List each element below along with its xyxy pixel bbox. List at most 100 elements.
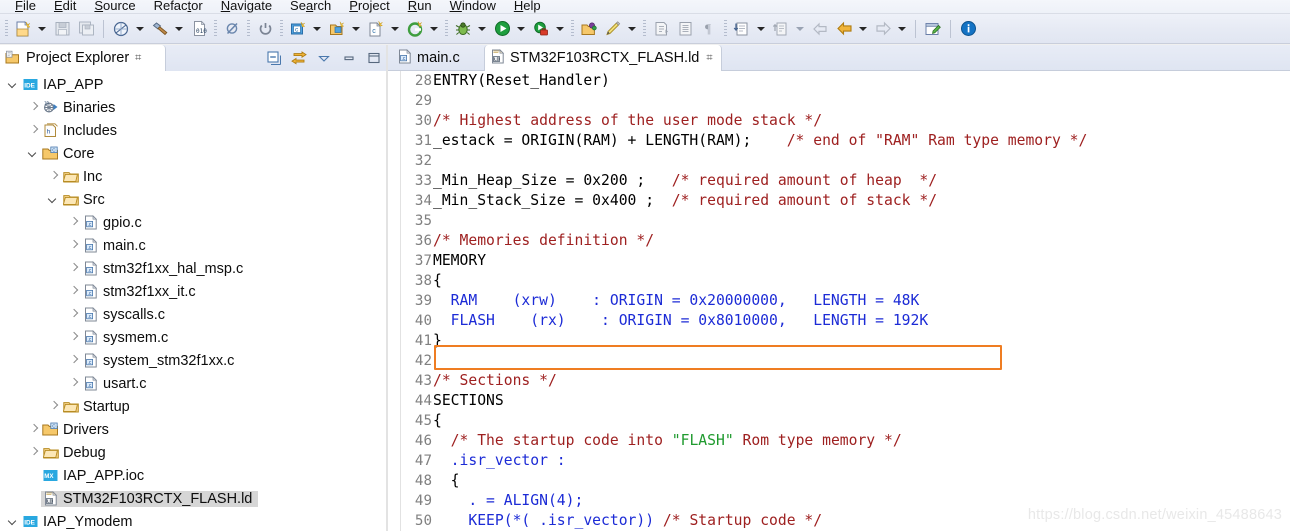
skip-breakpoints-icon[interactable] [221, 18, 243, 40]
external-tools-arrow[interactable] [553, 18, 566, 40]
menu-item-search[interactable]: Search [281, 0, 340, 12]
chevron-right-icon[interactable] [26, 418, 41, 441]
menu-item-help[interactable]: Help [505, 0, 550, 12]
chevron-down-icon[interactable] [6, 73, 21, 96]
code-editor[interactable]: 28 ENTRY(Reset_Handler) 29 30/* Highest add… [388, 71, 1290, 531]
tree-item-iap-app-ioc[interactable]: MX IAP_APP.ioc [0, 464, 388, 487]
open-resource-icon[interactable] [578, 18, 600, 40]
next-member-icon[interactable] [770, 18, 792, 40]
new-editor-icon[interactable] [922, 18, 944, 40]
forward-arrow[interactable] [895, 18, 908, 40]
new-c-file-arrow[interactable] [388, 18, 401, 40]
chevron-right-icon[interactable] [66, 372, 81, 395]
menu-item-edit[interactable]: Edit [45, 0, 85, 12]
chevron-right-icon[interactable] [26, 96, 41, 119]
toolbar-grip-6[interactable] [571, 19, 574, 38]
tree-item-gpio-c[interactable]: .c gpio.c [0, 211, 388, 234]
back-icon[interactable] [833, 18, 855, 40]
toolbar-grip-3[interactable] [247, 19, 250, 38]
toolbar-grip-8[interactable] [724, 19, 727, 38]
toolbar-grip-5[interactable] [445, 19, 448, 38]
new-cpp-project-icon[interactable] [326, 18, 348, 40]
run-icon[interactable] [491, 18, 513, 40]
new-stm32-project-icon[interactable] [404, 18, 426, 40]
tree-item-debug[interactable]: Debug [0, 441, 388, 464]
toolbar-grip-2[interactable] [214, 19, 217, 38]
new-stm32-arrow[interactable] [427, 18, 440, 40]
new-c-project-icon[interactable]: c [287, 18, 309, 40]
next-member-arrow[interactable] [793, 18, 806, 40]
tree-item-main-c[interactable]: .c main.c [0, 234, 388, 257]
toolbar-grip-7[interactable] [643, 19, 646, 38]
last-edit-arrow[interactable] [754, 18, 767, 40]
debug-arrow[interactable] [475, 18, 488, 40]
minimize-icon[interactable] [341, 50, 357, 66]
run-arrow[interactable] [514, 18, 527, 40]
save-all-icon[interactable] [75, 18, 97, 40]
chevron-right-icon[interactable] [26, 441, 41, 464]
tree-item-src[interactable]: Src [0, 188, 388, 211]
close-icon[interactable]: ⌗ [135, 52, 141, 65]
tree-item-stm32f103rctx-flash-ld[interactable]: LD STM32F103RCTX_FLASH.ld [0, 487, 388, 510]
tree-item-startup[interactable]: Startup [0, 395, 388, 418]
chevron-down-icon[interactable] [26, 142, 41, 165]
menu-item-navigate[interactable]: Navigate [212, 0, 281, 12]
chevron-right-icon[interactable] [46, 165, 61, 188]
build-dropdown-arrow[interactable] [133, 18, 146, 40]
pencil-arrow[interactable] [625, 18, 638, 40]
tree-item-includes[interactable]: h Includes [0, 119, 388, 142]
chevron-right-icon[interactable] [66, 280, 81, 303]
back-arrow[interactable] [856, 18, 869, 40]
binary-file-icon[interactable]: 010 [188, 18, 210, 40]
menu-item-run[interactable]: Run [399, 0, 441, 12]
back-disabled-icon[interactable] [809, 18, 831, 40]
menu-item-window[interactable]: Window [441, 0, 505, 12]
last-edit-location-icon[interactable] [731, 18, 753, 40]
forward-icon[interactable] [872, 18, 894, 40]
menu-item-source[interactable]: Source [85, 0, 144, 12]
info-icon[interactable] [957, 18, 979, 40]
editor-tab-stm32f103rctx-flash-ld[interactable]: LD STM32F103RCTX_FLASH.ld ⌗ [484, 45, 722, 71]
editor-tab-main-c[interactable]: .c main.c [392, 45, 468, 71]
tree-item-iap-ymodem[interactable]: IDE IAP_Ymodem [0, 510, 388, 531]
chevron-right-icon[interactable] [66, 303, 81, 326]
close-icon[interactable]: ⌗ [706, 52, 712, 65]
tree-item-core[interactable]: C Core [0, 142, 388, 165]
pilcrow-icon[interactable]: ¶ [698, 18, 720, 40]
hammer-build-icon[interactable] [149, 18, 171, 40]
link-with-editor-icon[interactable] [291, 50, 307, 66]
tree-item-sysmem-c[interactable]: .c sysmem.c [0, 326, 388, 349]
tree-item-drivers[interactable]: C Drivers [0, 418, 388, 441]
new-cpp-project-arrow[interactable] [349, 18, 362, 40]
toolbar-grip-4[interactable] [280, 19, 283, 38]
chevron-right-icon[interactable] [66, 257, 81, 280]
new-icon[interactable] [12, 18, 34, 40]
pencil-icon[interactable] [602, 18, 624, 40]
menu-item-refactor[interactable]: Refactor [145, 0, 212, 12]
tree-item-stm32f1xx-hal-msp-c[interactable]: .c stm32f1xx_hal_msp.c [0, 257, 388, 280]
chevron-down-icon[interactable] [46, 188, 61, 211]
run-external-tools-icon[interactable] [530, 18, 552, 40]
tree-item-system-stm32f1xx-c[interactable]: .c system_stm32f1xx.c [0, 349, 388, 372]
chevron-right-icon[interactable] [66, 326, 81, 349]
terminate-icon[interactable] [254, 18, 276, 40]
previous-annotation-icon[interactable] [674, 18, 696, 40]
menu-item-file[interactable]: File [6, 0, 45, 12]
toolbar-grip[interactable] [5, 19, 8, 38]
chevron-right-icon[interactable] [46, 395, 61, 418]
tree-item-usart-c[interactable]: .c usart.c [0, 372, 388, 395]
save-icon[interactable] [51, 18, 73, 40]
maximize-icon[interactable] [366, 50, 382, 66]
chevron-down-icon[interactable] [6, 510, 21, 531]
tab-project-explorer[interactable]: Project Explorer ⌗ [0, 45, 166, 71]
chevron-right-icon[interactable] [26, 119, 41, 142]
tree-item-binaries[interactable]: 10 Binaries [0, 96, 388, 119]
new-c-project-arrow[interactable] [310, 18, 323, 40]
next-annotation-icon[interactable] [650, 18, 672, 40]
debug-bug-icon[interactable] [452, 18, 474, 40]
new-dropdown-arrow[interactable] [35, 18, 48, 40]
menu-item-project[interactable]: Project [340, 0, 398, 12]
tree-item-stm32f1xx-it-c[interactable]: .c stm32f1xx_it.c [0, 280, 388, 303]
tree-item-inc[interactable]: Inc [0, 165, 388, 188]
tree-item-syscalls-c[interactable]: .c syscalls.c [0, 303, 388, 326]
